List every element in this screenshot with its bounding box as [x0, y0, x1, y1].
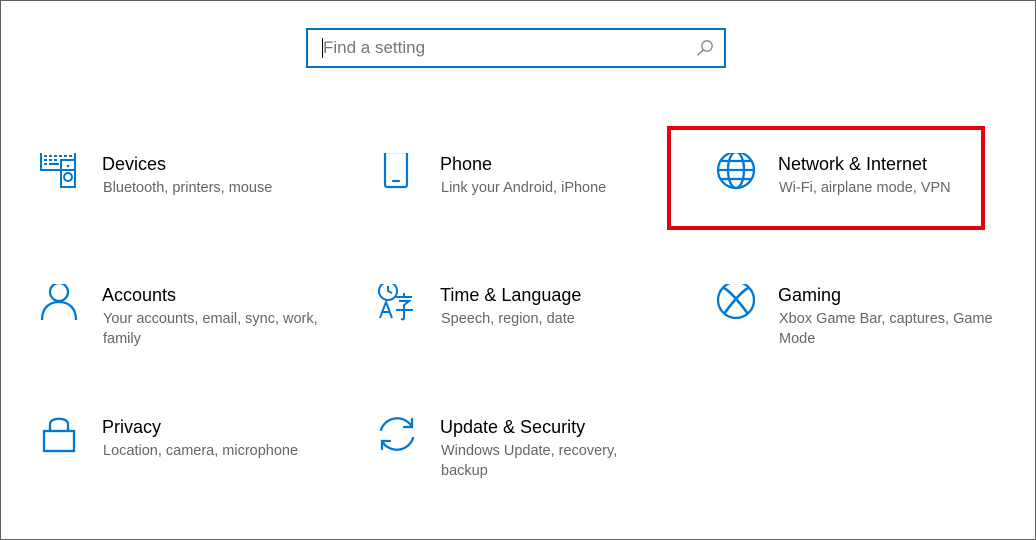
category-title: Accounts — [102, 285, 177, 305]
category-title: Privacy — [102, 417, 162, 437]
category-description: Link your Android, iPhone — [441, 180, 607, 196]
xbox-icon — [716, 284, 755, 320]
category-time-language[interactable]: Time & Language Speech, region, date — [377, 284, 677, 354]
category-title: Update & Security — [440, 417, 586, 437]
search-input[interactable] — [323, 34, 683, 62]
highlight-box — [667, 126, 985, 230]
category-title: Time & Language — [440, 285, 582, 305]
category-devices[interactable]: Devices Bluetooth, printers, mouse — [39, 153, 339, 223]
category-gaming[interactable]: Gaming Xbox Game Bar, captures, Game Mod… — [715, 284, 1015, 354]
category-description: Location, camera, microphone — [103, 443, 299, 459]
search-icon[interactable] — [696, 39, 714, 57]
category-description: Your accounts, email, sync, work, family — [103, 311, 318, 347]
category-description: Bluetooth, printers, mouse — [103, 180, 273, 196]
category-title: Devices — [102, 154, 167, 174]
category-phone[interactable]: Phone Link your Android, iPhone — [377, 153, 677, 223]
lock-icon — [42, 417, 76, 453]
category-title: Gaming — [778, 285, 842, 305]
category-update-security[interactable]: Update & Security Windows Update, recove… — [377, 416, 677, 486]
search-box[interactable] — [306, 28, 726, 68]
sync-icon — [379, 417, 415, 451]
category-title: Phone — [440, 154, 493, 174]
category-description: Speech, region, date — [441, 311, 575, 327]
category-description: Xbox Game Bar, captures, Game Mode — [779, 311, 993, 347]
category-description: Windows Update, recovery, backup — [441, 443, 618, 479]
phone-icon — [383, 153, 409, 189]
time-language-icon — [378, 284, 413, 321]
category-privacy[interactable]: Privacy Location, camera, microphone — [39, 416, 339, 486]
devices-icon — [40, 153, 76, 188]
person-icon — [40, 284, 78, 321]
category-accounts[interactable]: Accounts Your accounts, email, sync, wor… — [39, 284, 339, 354]
